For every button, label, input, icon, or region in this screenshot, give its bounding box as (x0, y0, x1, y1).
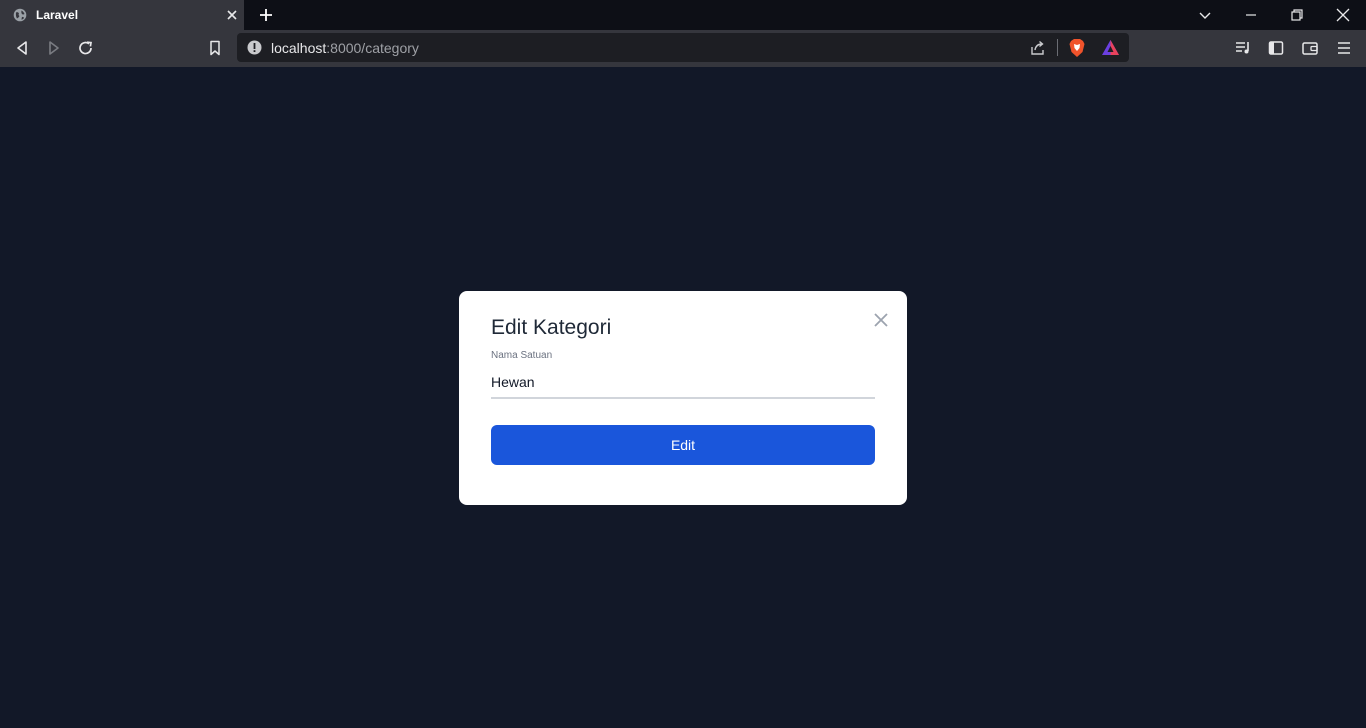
reload-icon[interactable] (77, 39, 95, 57)
nama-satuan-input[interactable] (491, 367, 875, 399)
edit-button[interactable]: Edit (491, 425, 875, 465)
tab-title: Laravel (36, 8, 79, 22)
menu-icon[interactable] (1335, 39, 1353, 57)
address-divider (1057, 39, 1058, 56)
modal-title: Edit Kategori (491, 316, 612, 339)
close-icon[interactable] (870, 309, 892, 331)
tab-strip: Laravel (0, 0, 1366, 30)
close-window-icon[interactable] (1335, 7, 1351, 23)
back-icon[interactable] (13, 39, 31, 57)
wallet-icon[interactable] (1301, 39, 1319, 57)
new-tab-icon[interactable] (258, 7, 274, 23)
forward-icon[interactable] (45, 39, 63, 57)
minimize-icon[interactable] (1243, 7, 1259, 23)
url-text[interactable]: localhost:8000/category (271, 40, 419, 56)
nama-satuan-label: Nama Satuan (491, 350, 553, 361)
close-tab-icon[interactable] (226, 9, 238, 21)
brave-rewards-icon[interactable] (1101, 39, 1120, 56)
bookmark-icon[interactable] (206, 39, 224, 57)
brave-shield-icon[interactable] (1068, 38, 1086, 58)
playlist-icon[interactable] (1234, 39, 1252, 57)
browser-tab[interactable]: Laravel (0, 0, 244, 30)
sidebar-icon[interactable] (1267, 39, 1285, 57)
globe-icon (13, 8, 27, 22)
share-icon[interactable] (1029, 39, 1047, 57)
site-info-icon[interactable] (246, 39, 263, 56)
edit-category-modal: Edit Kategori Nama Satuan Edit (459, 291, 907, 505)
tab-search-icon[interactable] (1197, 7, 1213, 23)
browser-toolbar: localhost:8000/category (0, 30, 1366, 67)
restore-icon[interactable] (1289, 7, 1305, 23)
address-bar[interactable]: localhost:8000/category (237, 33, 1129, 62)
